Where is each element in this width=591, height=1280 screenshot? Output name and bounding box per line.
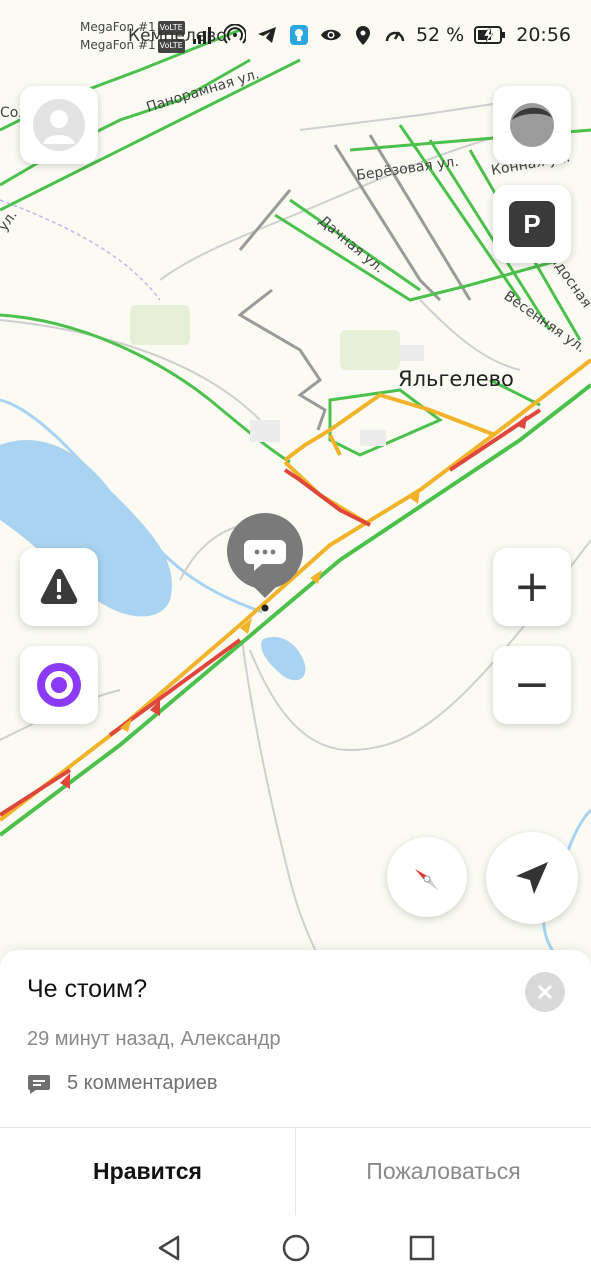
place-label: Яльгелево <box>398 367 514 391</box>
report-button[interactable]: Пожаловаться <box>296 1128 591 1215</box>
back-icon <box>158 1235 179 1260</box>
profile-button[interactable] <box>20 86 98 164</box>
event-meta: 29 минут назад, Александр <box>27 1028 281 1050</box>
compass-button[interactable] <box>387 837 467 917</box>
street-label: ул. <box>0 207 21 234</box>
event-marker[interactable] <box>227 513 303 612</box>
street-label: Берёзовая ул. <box>355 154 459 184</box>
avatar-icon <box>33 99 85 151</box>
back-button[interactable] <box>152 1230 188 1266</box>
comments-count: 5 комментариев <box>67 1072 218 1094</box>
event-title: Че стоим? <box>27 975 148 1003</box>
comment-icon <box>28 1074 50 1094</box>
screen: Панорамная ул. Берёзовая ул. Конная ул. … <box>0 0 591 1280</box>
compass-icon <box>415 869 439 891</box>
close-icon <box>538 985 552 999</box>
home-button[interactable] <box>278 1230 314 1266</box>
system-nav-bar <box>0 1215 591 1280</box>
navigation-arrow-icon <box>516 862 548 894</box>
layers-icon <box>510 103 554 147</box>
zoom-out-button[interactable]: − <box>493 646 571 724</box>
street-label: Дачная ул. <box>315 213 387 277</box>
minus-icon: − <box>513 659 551 710</box>
comments-link[interactable]: 5 комментариев <box>27 1072 218 1095</box>
parking-button[interactable]: P <box>493 185 571 263</box>
recents-button[interactable] <box>404 1230 440 1266</box>
alice-button[interactable] <box>20 646 98 724</box>
action-bar: Нравится Пожаловаться <box>0 1127 591 1215</box>
alice-icon <box>37 663 81 707</box>
parking-icon: P <box>509 201 555 247</box>
home-icon <box>282 1234 309 1261</box>
event-sheet: Че стоим? 29 минут назад, Александр 5 ко… <box>0 950 591 1215</box>
layers-button[interactable] <box>493 86 571 164</box>
warning-icon <box>40 569 78 604</box>
park-area <box>130 305 190 345</box>
road-alert-button[interactable] <box>20 548 98 626</box>
recents-icon <box>409 1235 434 1260</box>
locate-me-button[interactable] <box>486 832 578 924</box>
like-button[interactable]: Нравится <box>0 1128 296 1215</box>
zoom-in-button[interactable]: + <box>493 548 571 626</box>
close-button[interactable] <box>525 972 565 1012</box>
pond <box>261 636 306 681</box>
park-area <box>340 330 400 370</box>
plus-icon: + <box>513 561 551 612</box>
